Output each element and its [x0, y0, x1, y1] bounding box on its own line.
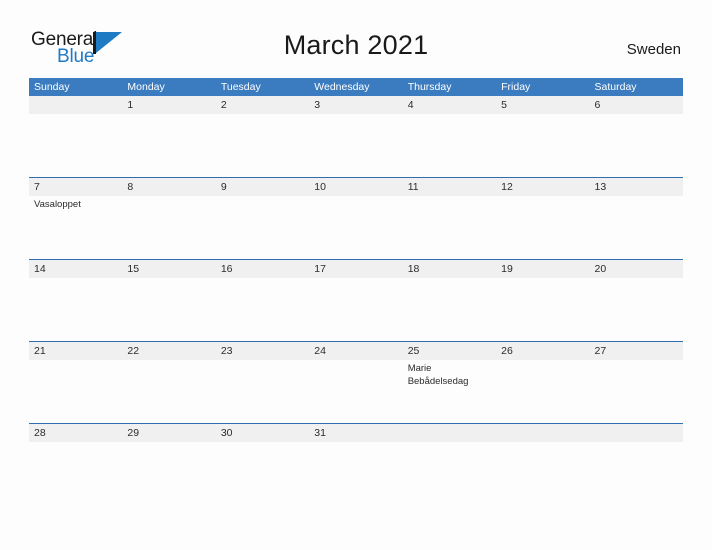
day-number: 6: [594, 99, 601, 111]
day-cell[interactable]: 18: [403, 260, 496, 341]
day-number: 22: [127, 345, 140, 357]
calendar-page: General Blue March 2021 Sweden Sunday Mo…: [0, 0, 712, 550]
day-number: 25: [407, 345, 420, 357]
day-events: Vasaloppet: [29, 196, 122, 212]
day-cell[interactable]: 29: [122, 424, 215, 505]
weekday-header-sunday: Sunday: [34, 81, 70, 93]
day-cell-empty: [29, 96, 122, 177]
week-row-cells: 14 15 16 17 18 19 20: [29, 260, 683, 341]
day-number: 1: [127, 99, 134, 111]
day-cell[interactable]: 24: [309, 342, 402, 423]
day-number: 31: [314, 427, 326, 439]
day-cell-empty: [496, 424, 589, 505]
week-row-cells: 1 2 3 4 5 6: [29, 96, 683, 177]
day-cell-empty: [403, 424, 496, 505]
day-cell[interactable]: 26: [496, 342, 589, 423]
day-cell[interactable]: 30: [216, 424, 309, 505]
day-number: 16: [220, 263, 233, 275]
day-cell[interactable]: 31: [309, 424, 402, 505]
weekday-header-saturday: Saturday: [594, 81, 637, 93]
day-number: 11: [407, 181, 419, 193]
day-number: [403, 424, 496, 442]
day-number: 23: [220, 345, 233, 357]
country-label: Sweden: [626, 41, 681, 58]
day-number: 17: [314, 263, 326, 275]
page-title: March 2021: [283, 30, 429, 60]
day-number: 7: [34, 181, 40, 193]
day-cell[interactable]: 28: [29, 424, 122, 505]
day-cell[interactable]: 16: [216, 260, 309, 341]
day-number: 20: [594, 263, 607, 275]
day-cell[interactable]: 17: [309, 260, 402, 341]
day-number: 29: [127, 427, 140, 439]
day-cell-empty: [590, 424, 683, 505]
day-cell[interactable]: 21: [29, 342, 122, 423]
day-cell[interactable]: 7 Vasaloppet: [29, 178, 122, 259]
calendar-week-row: 1 2 3 4 5 6: [29, 96, 683, 177]
day-number: 9: [220, 181, 227, 193]
calendar-week-row: 7 Vasaloppet 8 9 10 11 12 13: [29, 177, 683, 259]
day-cell[interactable]: 6: [590, 96, 683, 177]
day-number: 27: [594, 345, 607, 357]
day-number: [29, 96, 122, 114]
day-number: 3: [314, 99, 321, 111]
weekday-header-row: Sunday Monday Tuesday Wednesday Thursday…: [29, 78, 683, 96]
day-cell[interactable]: 20: [590, 260, 683, 341]
day-cell[interactable]: 3: [309, 96, 402, 177]
day-number: 10: [314, 181, 326, 193]
day-number: 21: [34, 345, 46, 357]
weekday-header-monday: Monday: [127, 81, 165, 93]
weekday-header-wednesday: Wednesday: [314, 81, 370, 93]
day-number: 13: [594, 181, 607, 193]
day-number: 14: [34, 263, 46, 275]
day-number: [590, 424, 683, 442]
day-cell[interactable]: 1: [122, 96, 215, 177]
calendar-grid: Sunday Monday Tuesday Wednesday Thursday…: [29, 78, 683, 505]
day-number: 26: [501, 345, 513, 357]
day-cell[interactable]: 5: [496, 96, 589, 177]
weekday-header-friday: Friday: [501, 81, 531, 93]
day-number: 2: [220, 99, 227, 111]
day-cell[interactable]: 12: [496, 178, 589, 259]
week-row-cells: 21 22 23 24 25 Marie Bebådelsedag 26 27: [29, 342, 683, 423]
day-cell[interactable]: 10: [309, 178, 402, 259]
day-number: 30: [220, 427, 233, 439]
event-label: Vasaloppet: [34, 199, 81, 210]
calendar-week-row: 14 15 16 17 18 19 20: [29, 259, 683, 341]
week-row-cells: 7 Vasaloppet 8 9 10 11 12 13: [29, 178, 683, 259]
event-label: Marie: [407, 363, 432, 374]
day-number: 15: [127, 263, 140, 275]
day-cell[interactable]: 13: [590, 178, 683, 259]
day-cell[interactable]: 2: [216, 96, 309, 177]
day-number: 8: [127, 181, 134, 193]
day-cell[interactable]: 8: [122, 178, 215, 259]
day-cell[interactable]: 4: [403, 96, 496, 177]
day-cell[interactable]: 9: [216, 178, 309, 259]
day-cell[interactable]: 15: [122, 260, 215, 341]
weekday-header-tuesday: Tuesday: [220, 81, 261, 93]
week-row-cells: 28 29 30 31: [29, 424, 683, 505]
day-cell[interactable]: 22: [122, 342, 215, 423]
day-cell[interactable]: 11: [403, 178, 496, 259]
weekday-header-thursday: Thursday: [407, 81, 452, 93]
day-number: 12: [501, 181, 513, 193]
day-events: Marie Bebådelsedag: [403, 360, 496, 388]
page-header: General Blue March 2021 Sweden: [0, 0, 712, 74]
day-number: 19: [501, 263, 513, 275]
calendar-week-row: 28 29 30 31: [29, 423, 683, 505]
day-cell[interactable]: 25 Marie Bebådelsedag: [403, 342, 496, 423]
day-number: [496, 424, 589, 442]
calendar-week-row: 21 22 23 24 25 Marie Bebådelsedag 26 27: [29, 341, 683, 423]
day-number: 28: [34, 427, 46, 439]
day-cell[interactable]: 27: [590, 342, 683, 423]
day-cell[interactable]: 14: [29, 260, 122, 341]
calendar-weeks: 1 2 3 4 5 6 7 Vasaloppet 8 9 10 11 12 13 14 15 16 17 18 19 2…: [29, 96, 683, 505]
event-label: Bebådelsedag: [407, 375, 469, 387]
day-number: 24: [314, 345, 326, 357]
day-number: 18: [407, 263, 420, 275]
day-number: 4: [407, 99, 414, 111]
day-number: 5: [501, 99, 507, 111]
day-cell[interactable]: 23: [216, 342, 309, 423]
day-cell[interactable]: 19: [496, 260, 589, 341]
